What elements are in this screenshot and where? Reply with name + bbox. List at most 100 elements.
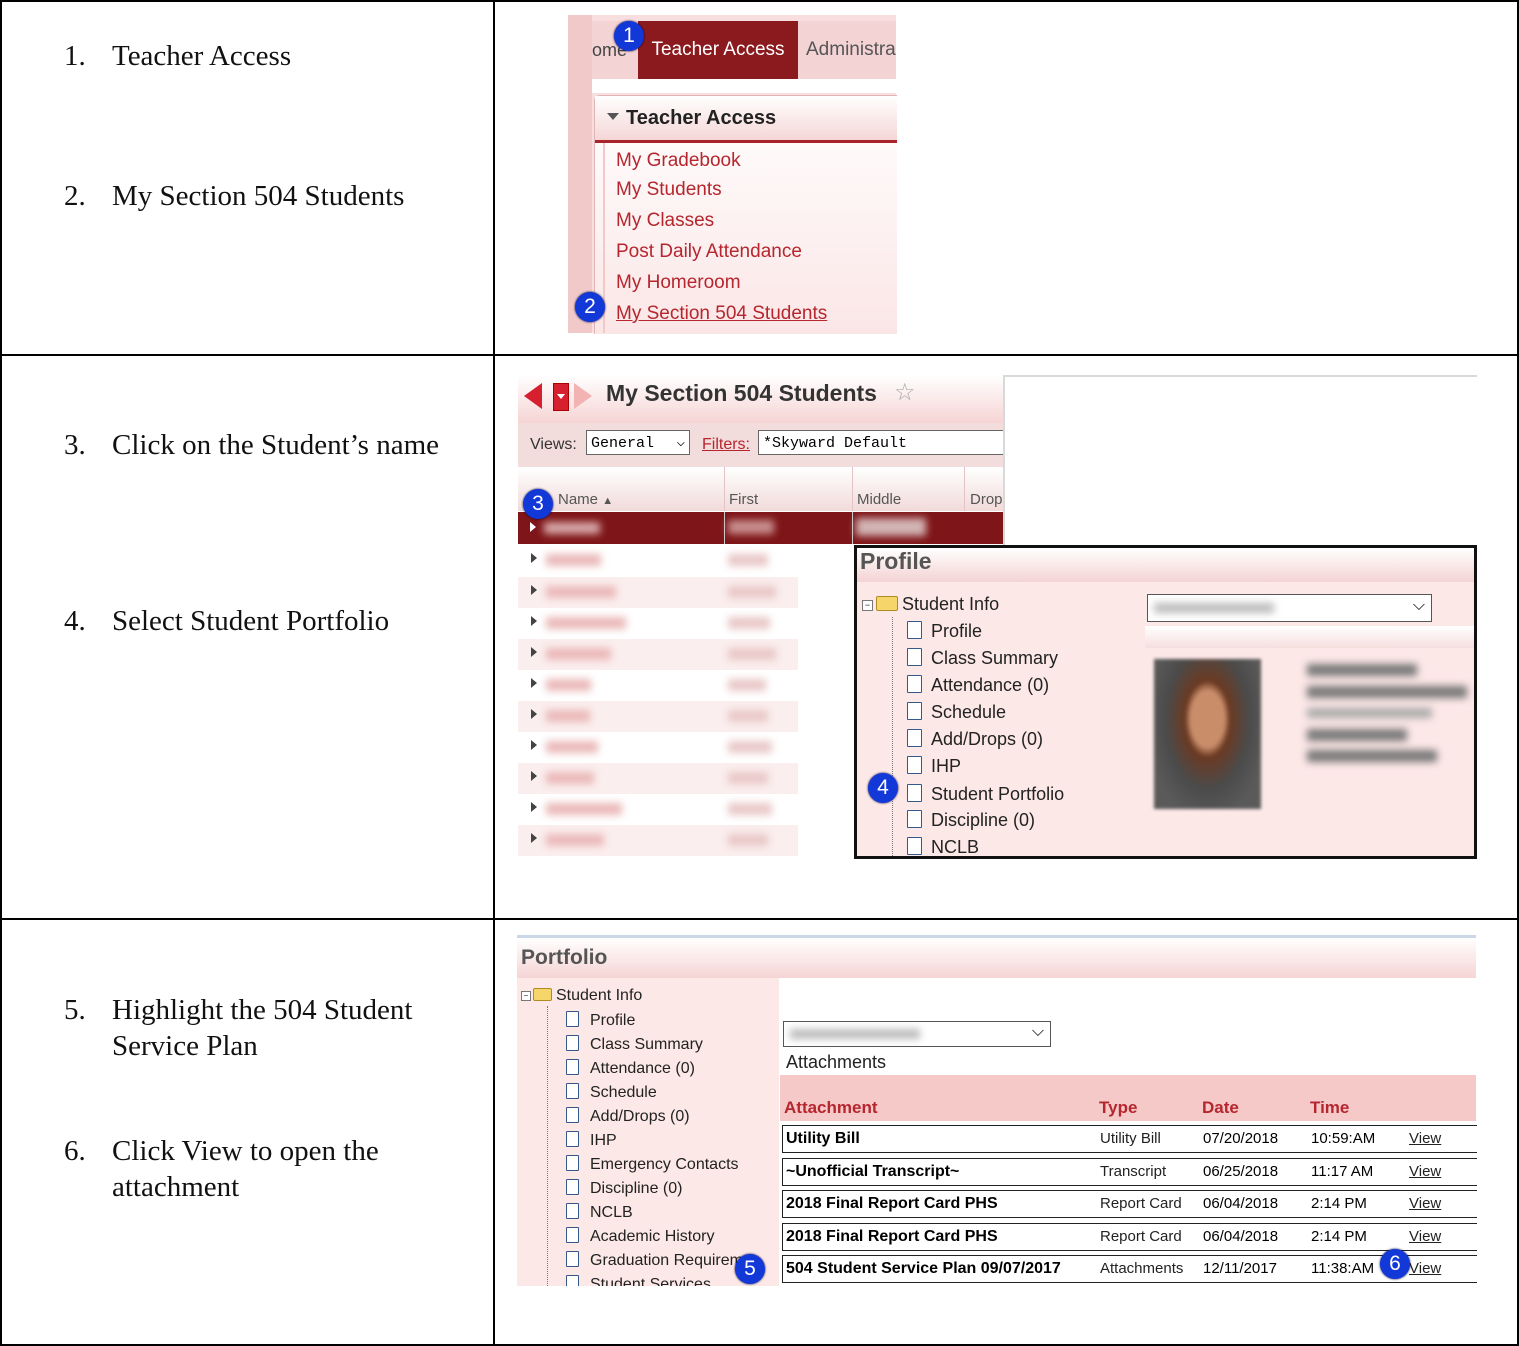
expand-arrow-icon[interactable]: [531, 802, 537, 812]
link-my-homeroom[interactable]: My Homeroom: [616, 272, 741, 294]
table-row[interactable]: [518, 577, 798, 608]
col-time[interactable]: Time: [1310, 1098, 1349, 1118]
table-row[interactable]: [518, 639, 798, 670]
link-post-daily-attendance[interactable]: Post Daily Attendance: [616, 241, 802, 263]
link-my-students[interactable]: My Students: [616, 179, 722, 201]
redacted-name: [546, 648, 611, 660]
expand-arrow-icon[interactable]: [531, 709, 537, 719]
filters-select[interactable]: *Skyward Default: [758, 430, 1004, 455]
table-border-top: [0, 0, 1519, 2]
table-row[interactable]: [518, 670, 798, 701]
collapse-icon[interactable]: −: [521, 991, 531, 1001]
view-link[interactable]: View: [1409, 1195, 1441, 1212]
tree-item-attendance[interactable]: Attendance (0): [566, 1059, 695, 1078]
tree-item-nclb[interactable]: NCLB: [907, 837, 979, 856]
expand-arrow-icon[interactable]: [531, 833, 537, 843]
tree-item-schedule[interactable]: Schedule: [566, 1083, 657, 1102]
table-row[interactable]: [518, 608, 798, 639]
attachment-row[interactable]: Utility Bill Utility Bill 07/20/2018 10:59:…: [782, 1125, 1477, 1153]
tree-item-student-services[interactable]: Student Services: [566, 1275, 711, 1286]
tree-item-class-summary[interactable]: Class Summary: [566, 1035, 703, 1054]
expand-arrow-icon[interactable]: [531, 740, 537, 750]
redacted-address: [1307, 729, 1407, 741]
col-drop[interactable]: Drop: [970, 491, 1003, 508]
tree-item-discipline[interactable]: Discipline (0): [566, 1179, 682, 1198]
tree-item-label: Add/Drops (0): [590, 1108, 690, 1125]
link-my-section-504-students[interactable]: My Section 504 Students: [616, 303, 827, 325]
screen-edge: [1004, 375, 1477, 377]
expand-arrow-icon[interactable]: [531, 647, 537, 657]
link-my-classes[interactable]: My Classes: [616, 210, 714, 232]
col-attachment[interactable]: Attachment: [784, 1098, 878, 1118]
tree-item-ihp[interactable]: IHP: [566, 1131, 617, 1150]
tree-item-class-summary[interactable]: Class Summary: [907, 648, 1058, 669]
tab-teacher-access[interactable]: Teacher Access: [638, 21, 798, 79]
redacted-first: [728, 617, 770, 629]
attachment-name: ~Unofficial Transcript~: [786, 1163, 960, 1180]
tree-item-academic-history[interactable]: Academic History: [566, 1227, 714, 1246]
view-link[interactable]: View: [1409, 1163, 1441, 1180]
col-type[interactable]: Type: [1099, 1098, 1137, 1118]
attachment-row[interactable]: 2018 Final Report Card PHS Report Card 06/…: [782, 1223, 1477, 1251]
col-middle[interactable]: Middle: [857, 491, 901, 508]
tree-item-student-portfolio[interactable]: Student Portfolio: [907, 784, 1064, 805]
student-select[interactable]: ⌵: [1147, 594, 1432, 622]
table-row[interactable]: [518, 545, 798, 577]
tree-item-emergency-contacts[interactable]: Emergency Contacts: [566, 1155, 739, 1174]
table-row-selected[interactable]: [518, 512, 1004, 544]
collapse-icon[interactable]: −: [862, 600, 873, 611]
expand-arrow-icon[interactable]: [531, 585, 537, 595]
expand-arrow-icon[interactable]: [530, 522, 536, 532]
tree-item-add-drops[interactable]: Add/Drops (0): [566, 1107, 690, 1126]
panel-header[interactable]: Teacher Access: [595, 96, 897, 143]
expand-arrow-icon[interactable]: [531, 678, 537, 688]
tree-item-discipline[interactable]: Discipline (0): [907, 810, 1035, 831]
col-first[interactable]: First: [729, 491, 758, 508]
tree-root-student-info[interactable]: − Student Info: [862, 594, 999, 615]
chevron-down-icon: ⌵: [1412, 597, 1425, 614]
tree-item-add-drops[interactable]: Add/Drops (0): [907, 729, 1043, 750]
tree-item-nclb[interactable]: NCLB: [566, 1203, 633, 1222]
table-row[interactable]: [518, 825, 798, 856]
back-arrow-icon[interactable]: [524, 383, 542, 409]
tree-item-ihp[interactable]: IHP: [907, 756, 961, 777]
tree-item-graduation-requirements[interactable]: Graduation Requirem: [566, 1251, 743, 1270]
tree-item-profile[interactable]: Profile: [907, 621, 982, 642]
tree-item-attendance[interactable]: Attendance (0): [907, 675, 1049, 696]
callout-badge-3: 3: [523, 489, 553, 519]
student-select[interactable]: ⌵: [783, 1021, 1051, 1047]
expand-arrow-icon[interactable]: [531, 771, 537, 781]
expand-arrow-icon[interactable]: [531, 553, 537, 563]
forward-arrow-icon[interactable]: [574, 383, 592, 409]
attachment-row[interactable]: ~Unofficial Transcript~ Transcript 06/25/2…: [782, 1158, 1477, 1186]
col-name[interactable]: Name ▲: [558, 491, 613, 508]
tree-item-schedule[interactable]: Schedule: [907, 702, 1006, 723]
column-header-row: Name ▲ First Middle Drop: [518, 467, 1004, 511]
callout-badge-1: 1: [614, 21, 644, 51]
table-row[interactable]: [518, 763, 798, 794]
table-row[interactable]: [518, 794, 798, 825]
view-link[interactable]: View: [1409, 1260, 1441, 1277]
link-my-gradebook[interactable]: My Gradebook: [616, 150, 741, 172]
redacted-address: [1307, 664, 1417, 676]
favorite-star-icon[interactable]: ☆: [894, 378, 916, 407]
tab-administration[interactable]: Administra: [806, 21, 896, 79]
col-date[interactable]: Date: [1202, 1098, 1239, 1118]
attachment-row-504-plan[interactable]: 504 Student Service Plan 09/07/2017 Attac…: [782, 1255, 1477, 1283]
view-link[interactable]: View: [1409, 1130, 1441, 1147]
attachment-row[interactable]: 2018 Final Report Card PHS Report Card 06/…: [782, 1190, 1477, 1218]
tree-item-profile[interactable]: Profile: [566, 1011, 635, 1030]
filters-link[interactable]: Filters:: [702, 436, 750, 454]
view-link[interactable]: View: [1409, 1228, 1441, 1245]
document-icon: [566, 1203, 579, 1219]
expand-arrow-icon[interactable]: [531, 616, 537, 626]
views-select[interactable]: General ⌵: [586, 430, 690, 455]
col-divider: [852, 467, 853, 511]
profile-popup: Profile − Student Info Profile Class Summ…: [854, 545, 1477, 859]
document-icon: [566, 1227, 579, 1243]
table-row[interactable]: [518, 701, 798, 732]
menu-dropdown-icon[interactable]: [553, 383, 569, 411]
tree-root-student-info[interactable]: − Student Info: [521, 987, 642, 1005]
callout-badge-2: 2: [575, 292, 605, 322]
table-row[interactable]: [518, 732, 798, 763]
